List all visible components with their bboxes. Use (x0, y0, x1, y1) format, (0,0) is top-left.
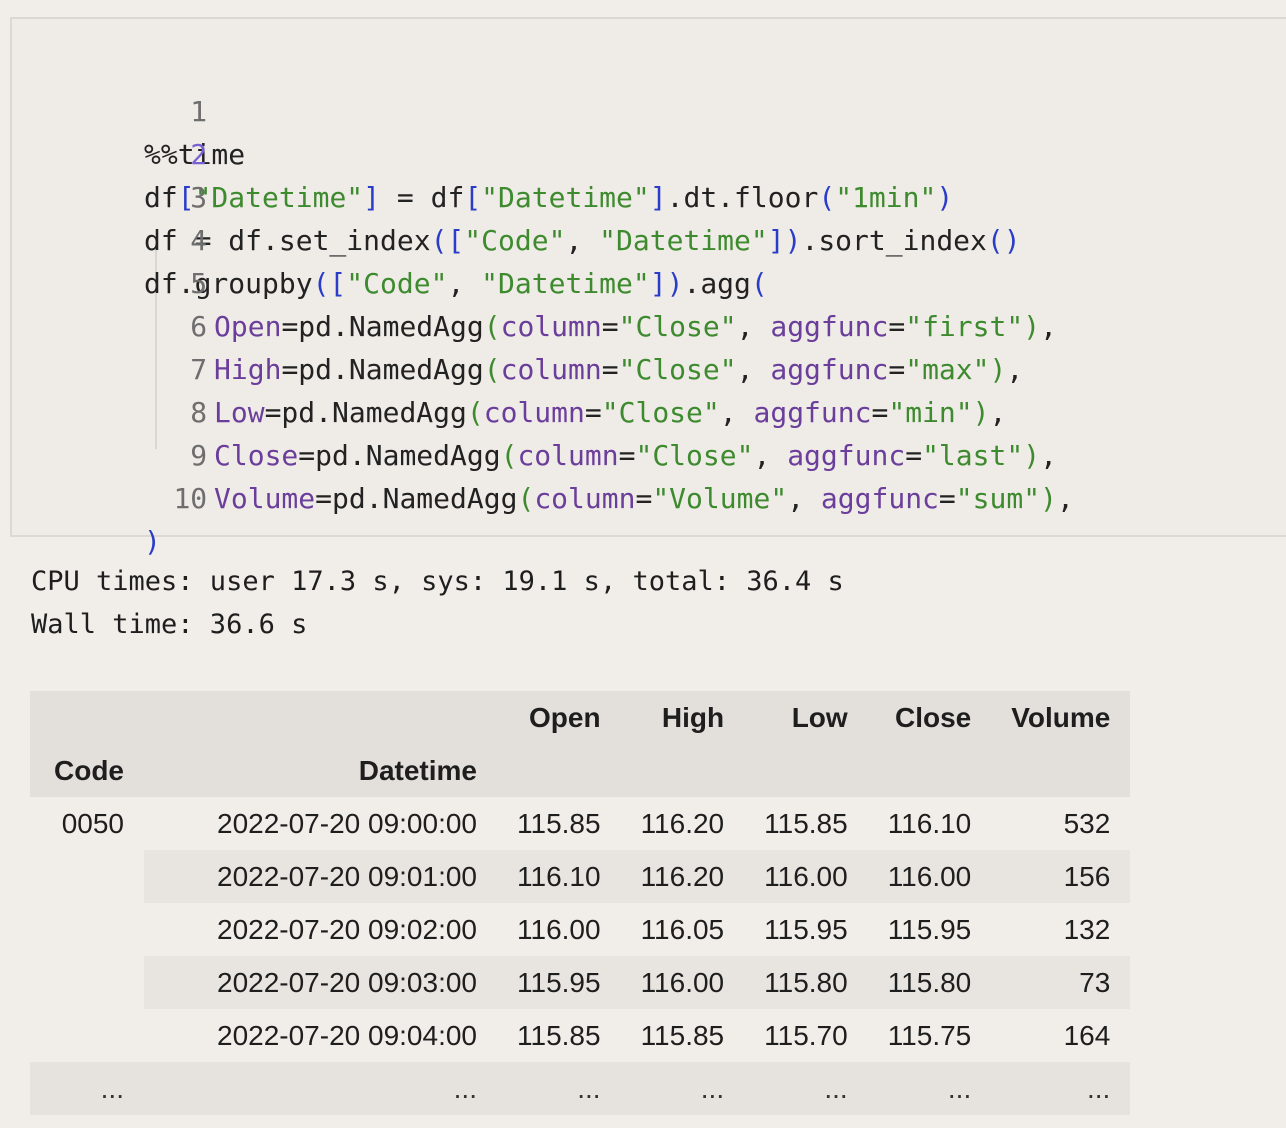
code-cell[interactable]: 1 %%time 2 df["Datetime"] = df["Datetime… (10, 17, 1286, 558)
index-header-datetime: Datetime (144, 744, 497, 797)
code-text: Close=pd.NamedAgg(column="Close", aggfun… (214, 439, 1057, 472)
ellipsis-cell: ... (144, 1062, 497, 1115)
code-line-6[interactable]: 6 High=pd.NamedAgg(column="Close", aggfu… (12, 262, 1023, 386)
cell-close: 116.10 (887, 807, 972, 839)
cell-close: 115.75 (887, 1019, 972, 1051)
ellipsis-cell: ... (744, 1062, 868, 1115)
cell-datetime: 2022-07-20 09:01:00 (144, 850, 497, 903)
line-number: 6 (190, 310, 208, 343)
line-number: 1 (190, 95, 208, 128)
cell-code (30, 850, 144, 903)
code-text: df["Datetime"] = df["Datetime"].dt.floor… (144, 181, 954, 214)
table-row: 2022-07-20 09:02:00 116.00 116.05 115.95… (30, 903, 1130, 956)
cell-code (30, 903, 144, 956)
cell-volume: 73 (991, 956, 1131, 1009)
cell-open: 116.00 (517, 913, 601, 945)
ellipsis-cell: ... (991, 1062, 1131, 1115)
cell-datetime: 2022-07-20 09:00:00 (217, 807, 477, 839)
line-number: 8 (190, 396, 208, 429)
cell-volume: 132 (1063, 913, 1111, 945)
cell-close: 115.80 (867, 956, 992, 1009)
cell-code (30, 1009, 144, 1062)
table-row: 2022-07-20 09:04:00 115.85 115.85 115.70… (30, 1009, 1130, 1062)
cell-open: 115.85 (517, 1019, 601, 1051)
ellipsis-cell: ... (30, 1062, 144, 1115)
column-header-high: High (620, 691, 745, 744)
column-header-volume: Volume (991, 691, 1131, 744)
dataframe-table: Open High Low Close Volume Code Datetime… (30, 691, 1131, 1115)
cell-datetime: 2022-07-20 09:02:00 (217, 913, 477, 945)
cell-volume: 164 (1063, 1019, 1111, 1051)
cell-open: 115.85 (517, 807, 601, 839)
cell-high: 116.20 (620, 850, 745, 903)
index-header-row: Code Datetime (30, 744, 1131, 797)
table-row: 0050 2022-07-20 09:00:00 115.85 116.20 1… (30, 797, 1130, 850)
code-line-2[interactable]: 2 df["Datetime"] = df["Datetime"].dt.flo… (12, 90, 953, 214)
cell-high: 115.85 (640, 1019, 725, 1051)
line-number: 2 (190, 138, 208, 171)
cell-code (30, 956, 144, 1009)
code-line-8[interactable]: 8 Close=pd.NamedAgg(column="Close", aggf… (12, 348, 1057, 472)
code-text: df = df.set_index(["Code", "Datetime"]).… (144, 224, 1021, 257)
cell-high: 116.05 (640, 913, 725, 945)
cell-volume: 156 (991, 850, 1131, 903)
ellipsis-cell: ... (867, 1062, 992, 1115)
cell-open: 115.95 (497, 956, 621, 1009)
cell-high: 116.00 (620, 956, 745, 1009)
code-text: Low=pd.NamedAgg(column="Close", aggfunc=… (214, 396, 1007, 429)
cell-close: 115.95 (887, 913, 972, 945)
ellipsis-cell: ... (497, 1062, 621, 1115)
line-number: 7 (190, 353, 208, 386)
code-line-7[interactable]: 7 Low=pd.NamedAgg(column="Close", aggfun… (12, 305, 1006, 429)
cell-low: 116.00 (744, 850, 868, 903)
column-header-row: Open High Low Close Volume (30, 691, 1131, 744)
cell-datetime: 2022-07-20 09:03:00 (144, 956, 497, 1009)
line-number: 4 (190, 224, 208, 257)
cell-open: 116.10 (497, 850, 621, 903)
cell-high: 116.20 (640, 807, 725, 839)
cell-volume: 532 (1063, 807, 1111, 839)
cell-low: 115.95 (764, 913, 848, 945)
line-number: 3 (190, 181, 208, 214)
table-row: 2022-07-20 09:01:00 116.10 116.20 116.00… (30, 850, 1131, 903)
table-row: 2022-07-20 09:03:00 115.95 116.00 115.80… (30, 956, 1131, 1009)
cell-low: 115.80 (744, 956, 868, 1009)
cell-datetime: 2022-07-20 09:04:00 (217, 1019, 477, 1051)
line-number: 5 (190, 267, 208, 300)
cell-low: 115.70 (764, 1019, 848, 1051)
code-text: df.groupby(["Code", "Datetime"]).agg( (144, 267, 768, 300)
code-text: High=pd.NamedAgg(column="Close", aggfunc… (214, 353, 1024, 386)
column-header-open: Open (497, 691, 621, 744)
index-header-code: Code (30, 744, 144, 797)
code-line-3[interactable]: 3 df = df.set_index(["Code", "Datetime"]… (12, 133, 1021, 257)
code-text: Open=pd.NamedAgg(column="Close", aggfunc… (214, 310, 1057, 343)
cell-close: 116.00 (867, 850, 992, 903)
code-line-10[interactable]: 10 ) (12, 434, 207, 558)
column-header-close: Close (867, 691, 992, 744)
line-number: 10 (173, 482, 208, 515)
code-line-4[interactable]: 4 df.groupby(["Code", "Datetime"]).agg( (12, 176, 768, 300)
code-line-5[interactable]: 5 Open=pd.NamedAgg(column="Close", aggfu… (12, 219, 1057, 343)
wall-time-output: Wall time: 36.6 s (31, 609, 308, 640)
ellipsis-cell: ... (620, 1062, 745, 1115)
cell-low: 115.85 (764, 807, 848, 839)
cell-code: 0050 (61, 807, 124, 839)
code-text: ) (144, 525, 161, 558)
column-header-low: Low (744, 691, 868, 744)
cpu-times-output: CPU times: user 17.3 s, sys: 19.1 s, tot… (31, 566, 844, 597)
code-text: Volume=pd.NamedAgg(column="Volume", aggf… (214, 482, 1074, 515)
ellipsis-row: ... ... ... ... ... ... ... (30, 1062, 1131, 1115)
code-line-1[interactable]: 1 %%time (12, 47, 245, 171)
code-line-9[interactable]: 9 Volume=pd.NamedAgg(column="Volume", ag… (12, 391, 1074, 515)
line-number: 9 (190, 439, 208, 472)
